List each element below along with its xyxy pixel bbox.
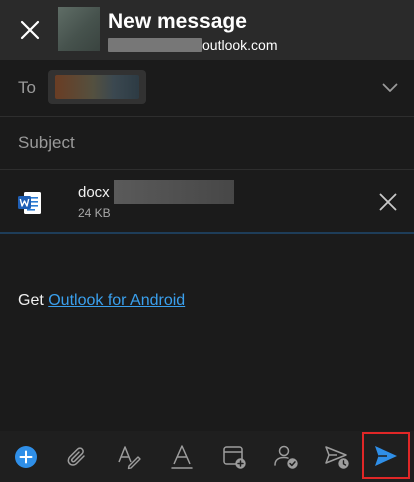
sender-account[interactable]: outlook.com: [108, 37, 277, 53]
attachment-name-text: docx: [78, 183, 110, 201]
attachment-divider: [0, 232, 414, 234]
close-icon: [20, 20, 40, 40]
recipient-chip[interactable]: [48, 70, 146, 104]
chevron-down-icon: [382, 83, 398, 92]
subject-input[interactable]: [18, 131, 398, 155]
calendar-add-icon: [223, 446, 246, 469]
attachment-name: docx: [78, 180, 234, 204]
redacted-account-name: [108, 38, 202, 52]
account-avatar[interactable]: [58, 7, 100, 51]
word-document-icon: [18, 192, 41, 214]
add-icon: [15, 446, 37, 468]
subject-row: [0, 117, 414, 170]
draw-button[interactable]: [116, 444, 142, 470]
send-icon: [375, 445, 397, 466]
add-event-button[interactable]: [221, 444, 247, 470]
remove-attachment-button[interactable]: [376, 190, 400, 214]
format-pen-icon: [118, 446, 141, 470]
attach-file-button[interactable]: [64, 444, 90, 470]
add-button[interactable]: [13, 444, 39, 470]
attach-paperclip-icon: [67, 447, 85, 466]
page-title: New message: [108, 10, 247, 33]
compose-toolbar: [0, 431, 414, 482]
schedule-send-icon: [325, 446, 349, 469]
text-format-icon: [171, 445, 193, 469]
outlook-for-android-link[interactable]: Outlook for Android: [48, 292, 185, 309]
redacted-filename: [113, 180, 234, 204]
share-availability-button[interactable]: [273, 444, 299, 470]
redacted-recipient: [55, 75, 139, 99]
close-icon: [379, 193, 397, 211]
expand-recipients-button[interactable]: [378, 76, 402, 100]
send-button[interactable]: [362, 432, 410, 479]
attachment-size: 24 KB: [78, 206, 111, 220]
text-format-button[interactable]: [169, 444, 195, 470]
email-signature[interactable]: Get Outlook for Android: [18, 292, 185, 310]
account-domain: outlook.com: [202, 37, 278, 53]
schedule-send-button[interactable]: [324, 444, 350, 470]
compose-header: New message outlook.com: [0, 0, 414, 60]
to-field-row: To: [0, 60, 414, 117]
availability-person-icon: [274, 445, 298, 469]
close-button[interactable]: [14, 14, 46, 46]
signature-prefix: Get: [18, 292, 49, 309]
to-label: To: [18, 78, 36, 97]
attachment-item[interactable]: docx 24 KB: [0, 170, 414, 233]
